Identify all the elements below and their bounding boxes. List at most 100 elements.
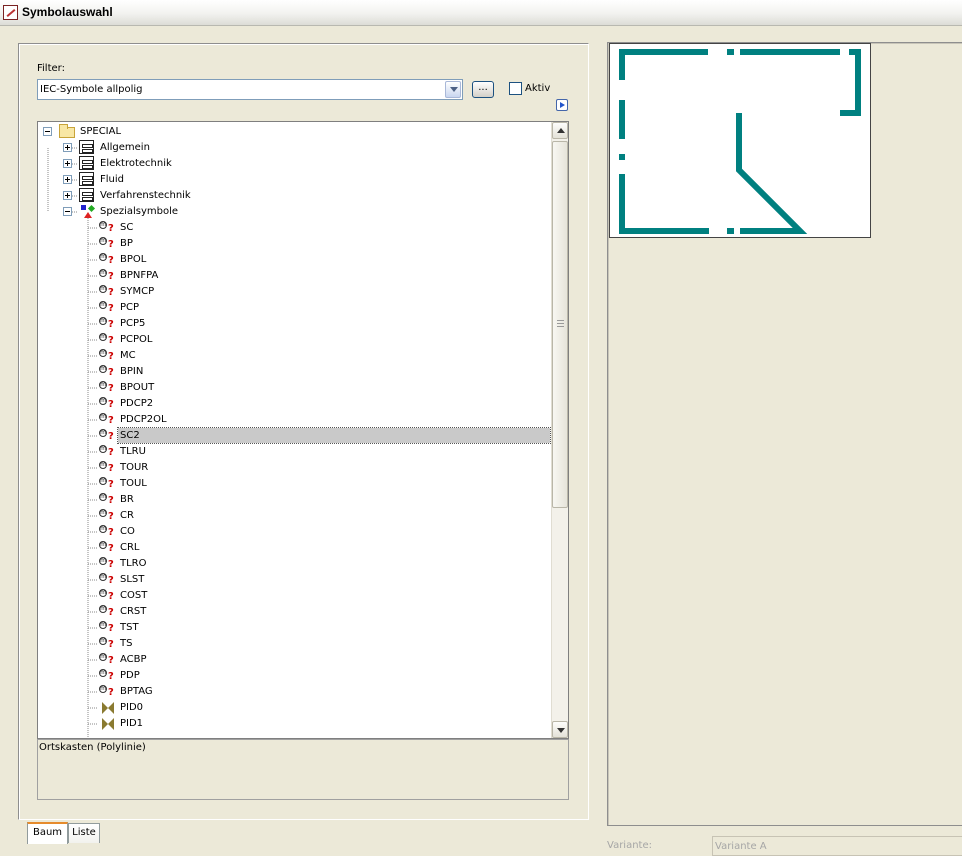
window-title: Symbolauswahl [22,5,113,19]
macro-symbol-icon: m? [99,685,114,698]
special-symbols-icon [81,204,96,219]
tree-node-fluid[interactable]: Fluid [98,172,126,187]
pid-symbol-icon [100,701,116,715]
expand-icon[interactable] [63,159,72,168]
folder-icon [59,124,75,138]
play-icon[interactable] [556,99,568,111]
macro-symbol-icon: m? [99,493,114,506]
macro-symbol-icon: m? [99,621,114,634]
symbol-item[interactable]: CRST [118,604,148,619]
macro-symbol-icon: m? [99,237,114,250]
macro-symbol-icon: m? [99,381,114,394]
cabinet-icon [79,140,94,154]
app-symbol-icon [3,5,18,20]
symbol-item[interactable]: PDCP2 [118,396,155,411]
macro-symbol-icon: m? [99,573,114,586]
browse-filter-button[interactable]: ... [472,81,494,98]
symbol-item[interactable]: PDCP2OL [118,412,169,427]
aktiv-label: Aktiv [525,83,551,94]
macro-symbol-icon: m? [99,221,114,234]
filter-combobox[interactable]: IEC-Symbole allpolig [37,79,463,100]
tree-node-verfahrenstechnik[interactable]: Verfahrenstechnik [98,188,193,203]
macro-symbol-icon: m? [99,589,114,602]
macro-symbol-icon: m? [99,669,114,682]
symbol-description-box: Ortskasten (Polylinie) [37,739,569,800]
variant-label: Variante: [607,840,652,851]
aktiv-checkbox[interactable] [509,82,522,95]
macro-symbol-icon: m? [99,413,114,426]
tree-vertical-scrollbar[interactable] [551,122,568,738]
tree-node-elektrotechnik[interactable]: Elektrotechnik [98,156,174,171]
macro-symbol-icon: m? [99,605,114,618]
symbol-item[interactable]: PCP5 [118,316,147,331]
macro-symbol-icon: m? [99,397,114,410]
symbol-item[interactable]: SC2 [117,427,551,444]
tab-baum[interactable]: Baum [27,822,68,844]
macro-symbol-icon: m? [99,541,114,554]
symbol-tree[interactable]: SPECIAL Allgemein Elektrotechnik Fluid Verfa… [37,121,569,739]
symbol-item[interactable]: PDP [118,668,142,683]
symbol-item[interactable]: BPOUT [118,380,156,395]
symbol-item[interactable]: TOUL [118,476,149,491]
symbol-item[interactable]: TS [118,636,134,651]
symbol-preview [609,43,871,238]
symbol-item[interactable]: TST [118,620,141,635]
scroll-up-icon[interactable] [552,122,568,139]
symbol-item[interactable]: BPIN [118,364,145,379]
symbol-item[interactable]: PID0 [118,700,145,715]
chevron-down-icon[interactable] [445,81,461,98]
macro-symbol-icon: m? [99,477,114,490]
macro-symbol-icon: m? [99,637,114,650]
macro-symbol-icon: m? [99,461,114,474]
scroll-down-icon[interactable] [552,721,568,738]
macro-symbol-icon: m? [99,365,114,378]
tree-node-special[interactable]: SPECIAL [78,124,123,139]
macro-symbol-icon: m? [99,317,114,330]
symbol-description: Ortskasten (Polylinie) [39,742,146,753]
symbol-item[interactable]: CRL [118,540,142,555]
symbol-item[interactable]: BR [118,492,136,507]
scroll-thumb[interactable] [552,141,568,508]
macro-symbol-icon: m? [99,653,114,666]
collapse-icon[interactable] [43,127,52,136]
macro-symbol-icon: m? [99,429,114,442]
cabinet-icon [79,156,94,170]
symbol-item[interactable]: TLRO [118,556,149,571]
symbol-item[interactable]: ACBP [118,652,149,667]
tree-node-spezialsymbole[interactable]: Spezialsymbole [98,204,180,219]
cabinet-icon [79,172,94,186]
macro-symbol-icon: m? [99,525,114,538]
symbol-item[interactable]: TOUR [118,460,150,475]
collapse-icon[interactable] [63,207,72,216]
symbol-item[interactable]: BPTAG [118,684,155,699]
macro-symbol-icon: m? [99,557,114,570]
expand-icon[interactable] [63,191,72,200]
symbol-item[interactable]: CR [118,508,136,523]
location-box-symbol-drawing [619,49,861,234]
symbol-item[interactable]: PCP [118,300,141,315]
filter-label: Filter: [37,63,65,74]
symbol-item[interactable]: PCPOL [118,332,155,347]
symbol-item[interactable]: BPOL [118,252,148,267]
macro-symbol-icon: m? [99,509,114,522]
symbol-item[interactable]: TLRU [118,444,148,459]
macro-symbol-icon: m? [99,269,114,282]
symbol-item[interactable]: SC [118,220,135,235]
symbol-item[interactable]: BP [118,236,135,251]
symbol-item[interactable]: COST [118,588,149,603]
symbol-item[interactable]: PID1 [118,716,145,731]
expand-icon[interactable] [63,175,72,184]
tree-node-allgemein[interactable]: Allgemein [98,140,152,155]
symbol-item[interactable]: SLST [118,572,146,587]
tab-liste[interactable]: Liste [68,823,100,843]
macro-symbol-icon: m? [99,301,114,314]
filter-selected-value: IEC-Symbole allpolig [40,84,143,95]
expand-icon[interactable] [63,143,72,152]
macro-symbol-icon: m? [99,285,114,298]
variant-field[interactable]: Variante A [712,836,962,856]
symbol-item[interactable]: BPNFPA [118,268,160,283]
symbol-item[interactable]: MC [118,348,138,363]
symbol-item[interactable]: SYMCP [118,284,156,299]
pid-symbol-icon [100,717,116,731]
symbol-item[interactable]: CO [118,524,137,539]
